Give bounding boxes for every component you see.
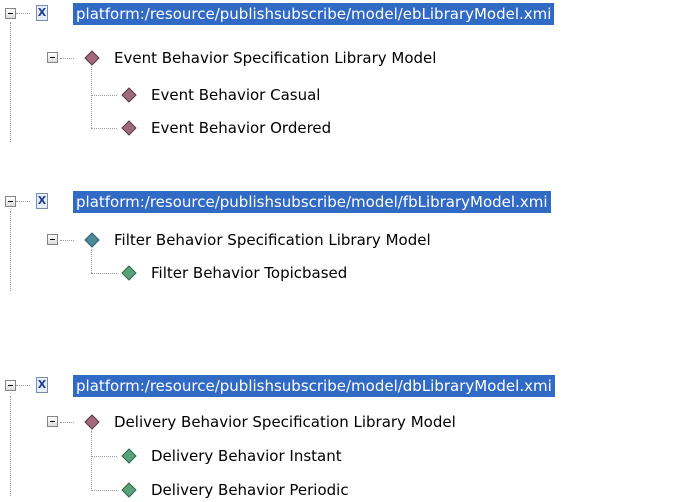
collapse-icon[interactable] (5, 380, 16, 391)
tree-connector (91, 490, 117, 491)
element-label[interactable]: Delivery Behavior Instant (148, 445, 345, 467)
collapse-icon[interactable] (47, 416, 58, 427)
xmi-file-icon: X (36, 377, 48, 393)
element-label[interactable]: Delivery Behavior Periodic (148, 479, 352, 501)
resource-label[interactable]: platform:/resource/publishsubscribe/mode… (73, 375, 555, 397)
element-row[interactable]: Delivery Behavior Instant (148, 444, 345, 468)
model-row[interactable]: Delivery Behavior Specification Library … (111, 410, 459, 434)
element-row[interactable]: Delivery Behavior Periodic (148, 478, 352, 502)
resource-row[interactable]: platform:/resource/publishsubscribe/mode… (73, 374, 555, 398)
tree-connector (91, 456, 117, 457)
diamond-icon (84, 414, 100, 430)
tree-connector (16, 385, 30, 386)
tree-connector (91, 431, 92, 491)
diamond-icon (121, 482, 137, 498)
resource-tree-3: X platform:/resource/publishsubscribe/mo… (0, 0, 686, 502)
model-label[interactable]: Delivery Behavior Specification Library … (111, 411, 459, 433)
tree-connector (60, 422, 74, 423)
diamond-icon (121, 448, 137, 464)
tree-connector (10, 396, 11, 496)
